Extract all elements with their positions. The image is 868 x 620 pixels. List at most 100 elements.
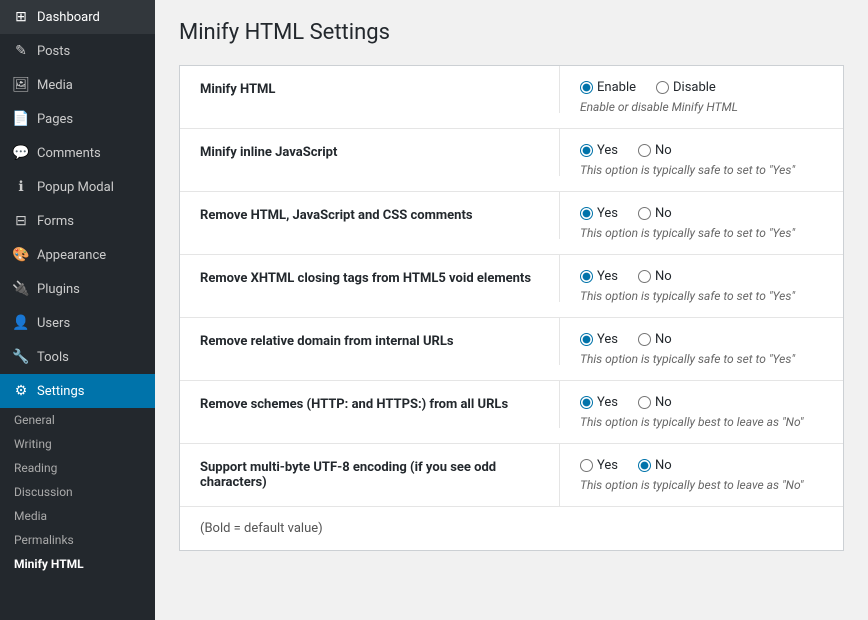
sidebar-item-settings[interactable]: ⚙ Settings bbox=[0, 374, 155, 408]
sidebar-item-appearance[interactable]: 🎨Appearance bbox=[0, 238, 155, 272]
radio-input-remove-xhtml-closing-no[interactable] bbox=[638, 270, 651, 283]
settings-table: Minify HTML Enable Disable Enable or disabl… bbox=[179, 65, 844, 551]
settings-control-remove-schemes: Yes No This option is typically best to le… bbox=[560, 381, 843, 443]
settings-hint-minify-html: Enable or disable Minify HTML bbox=[580, 100, 823, 114]
sidebar-item-pages[interactable]: 📄Pages bbox=[0, 102, 155, 136]
radio-option-remove-xhtml-closing-yes[interactable]: Yes bbox=[580, 269, 618, 284]
radio-input-remove-relative-domain-no[interactable] bbox=[638, 333, 651, 346]
radio-label-remove-relative-domain-no: No bbox=[655, 332, 672, 347]
radio-label-remove-schemes-yes: Yes bbox=[597, 395, 618, 410]
radio-option-remove-html-comments-no[interactable]: No bbox=[638, 206, 672, 221]
radio-input-remove-schemes-yes[interactable] bbox=[580, 396, 593, 409]
settings-submenu: GeneralWritingReadingDiscussionMediaPerm… bbox=[0, 408, 155, 576]
settings-row-remove-relative-domain: Remove relative domain from internal URL… bbox=[180, 318, 843, 381]
sidebar-sub-general[interactable]: General bbox=[0, 408, 155, 432]
radio-input-support-multibyte-yes[interactable] bbox=[580, 459, 593, 472]
radio-input-minify-inline-js-yes[interactable] bbox=[580, 144, 593, 157]
sidebar-item-tools[interactable]: 🔧 Tools bbox=[0, 340, 155, 374]
page-title: Minify HTML Settings bbox=[179, 20, 844, 45]
plugins-icon: 🔌 bbox=[12, 280, 30, 298]
radio-label-minify-inline-js-no: No bbox=[655, 143, 672, 158]
tools-icon: 🔧 bbox=[12, 348, 30, 366]
settings-label-remove-xhtml-closing: Remove XHTML closing tags from HTML5 voi… bbox=[180, 255, 560, 302]
radio-input-remove-html-comments-no[interactable] bbox=[638, 207, 651, 220]
radio-label-minify-inline-js-yes: Yes bbox=[597, 143, 618, 158]
sidebar-sub-reading[interactable]: Reading bbox=[0, 456, 155, 480]
settings-hint-minify-inline-js: This option is typically safe to set to … bbox=[580, 163, 823, 177]
sidebar-label: Settings bbox=[37, 384, 84, 399]
sidebar-sub-writing[interactable]: Writing bbox=[0, 432, 155, 456]
radio-input-remove-relative-domain-yes[interactable] bbox=[580, 333, 593, 346]
radio-option-support-multibyte-yes[interactable]: Yes bbox=[580, 458, 618, 473]
sidebar-item-posts[interactable]: ✎Posts bbox=[0, 34, 155, 68]
sidebar-label: Posts bbox=[37, 44, 70, 59]
radio-option-remove-schemes-no[interactable]: No bbox=[638, 395, 672, 410]
sidebar-sub-permalinks[interactable]: Permalinks bbox=[0, 528, 155, 552]
radio-option-remove-schemes-yes[interactable]: Yes bbox=[580, 395, 618, 410]
settings-footer-note: (Bold = default value) bbox=[180, 507, 843, 550]
sidebar-sub-minify-html[interactable]: Minify HTML bbox=[0, 552, 155, 576]
radio-input-remove-xhtml-closing-yes[interactable] bbox=[580, 270, 593, 283]
sidebar-item-media[interactable]: 🖼 Media bbox=[0, 68, 155, 102]
radio-label-remove-xhtml-closing-yes: Yes bbox=[597, 269, 618, 284]
settings-control-remove-html-comments: Yes No This option is typically safe to se… bbox=[560, 192, 843, 254]
radio-input-minify-html-disable[interactable] bbox=[656, 81, 669, 94]
comments-icon: 💬 bbox=[12, 144, 30, 162]
sidebar-item-popup-modal[interactable]: ℹPopup Modal bbox=[0, 170, 155, 204]
radio-label-remove-relative-domain-yes: Yes bbox=[597, 332, 618, 347]
settings-hint-remove-schemes: This option is typically best to leave a… bbox=[580, 415, 823, 429]
sidebar-label: Users bbox=[37, 316, 70, 331]
radio-input-remove-html-comments-yes[interactable] bbox=[580, 207, 593, 220]
radio-input-minify-html-enable[interactable] bbox=[580, 81, 593, 94]
sidebar-label: Media bbox=[37, 78, 73, 93]
sidebar-label: Forms bbox=[37, 214, 74, 229]
main-content: Minify HTML Settings Minify HTML Enable Di… bbox=[155, 0, 868, 620]
radio-row-remove-relative-domain: Yes No bbox=[580, 332, 823, 347]
settings-label-minify-html: Minify HTML bbox=[180, 66, 560, 113]
settings-label-remove-html-comments: Remove HTML, JavaScript and CSS comments bbox=[180, 192, 560, 239]
radio-option-remove-relative-domain-no[interactable]: No bbox=[638, 332, 672, 347]
settings-hint-support-multibyte: This option is typically best to leave a… bbox=[580, 478, 823, 492]
sidebar-item-plugins[interactable]: 🔌Plugins bbox=[0, 272, 155, 306]
radio-option-remove-relative-domain-yes[interactable]: Yes bbox=[580, 332, 618, 347]
radio-label-remove-schemes-no: No bbox=[655, 395, 672, 410]
radio-option-minify-html-disable[interactable]: Disable bbox=[656, 80, 716, 95]
radio-option-remove-xhtml-closing-no[interactable]: No bbox=[638, 269, 672, 284]
radio-option-support-multibyte-no[interactable]: No bbox=[638, 458, 672, 473]
radio-option-minify-html-enable[interactable]: Enable bbox=[580, 80, 636, 95]
settings-hint-remove-html-comments: This option is typically safe to set to … bbox=[580, 226, 823, 240]
media-icon: 🖼 bbox=[12, 76, 30, 94]
settings-icon: ⚙ bbox=[12, 382, 30, 400]
sidebar-item-forms[interactable]: ⊟Forms bbox=[0, 204, 155, 238]
settings-label-minify-inline-js: Minify inline JavaScript bbox=[180, 129, 560, 176]
sidebar-sub-discussion[interactable]: Discussion bbox=[0, 480, 155, 504]
pages-icon: 📄 bbox=[12, 110, 30, 128]
sidebar-label: Dashboard bbox=[37, 10, 100, 25]
settings-row-remove-html-comments: Remove HTML, JavaScript and CSS comments… bbox=[180, 192, 843, 255]
radio-input-support-multibyte-no[interactable] bbox=[638, 459, 651, 472]
sidebar-label: Tools bbox=[37, 350, 69, 365]
sidebar-sub-media[interactable]: Media bbox=[0, 504, 155, 528]
radio-option-minify-inline-js-no[interactable]: No bbox=[638, 143, 672, 158]
radio-label-remove-html-comments-yes: Yes bbox=[597, 206, 618, 221]
appearance-icon: 🎨 bbox=[12, 246, 30, 264]
radio-option-remove-html-comments-yes[interactable]: Yes bbox=[580, 206, 618, 221]
settings-control-remove-xhtml-closing: Yes No This option is typically safe to se… bbox=[560, 255, 843, 317]
radio-row-minify-html: Enable Disable bbox=[580, 80, 823, 95]
radio-row-remove-html-comments: Yes No bbox=[580, 206, 823, 221]
sidebar: ⊞Dashboard✎Posts 🖼 Media 📄Pages💬CommentsℹPo… bbox=[0, 0, 155, 620]
radio-label-remove-xhtml-closing-no: No bbox=[655, 269, 672, 284]
settings-hint-remove-xhtml-closing: This option is typically safe to set to … bbox=[580, 289, 823, 303]
sidebar-item-dashboard[interactable]: ⊞Dashboard bbox=[0, 0, 155, 34]
radio-input-remove-schemes-no[interactable] bbox=[638, 396, 651, 409]
settings-hint-remove-relative-domain: This option is typically safe to set to … bbox=[580, 352, 823, 366]
radio-input-minify-inline-js-no[interactable] bbox=[638, 144, 651, 157]
settings-label-remove-schemes: Remove schemes (HTTP: and HTTPS:) from a… bbox=[180, 381, 560, 428]
radio-option-minify-inline-js-yes[interactable]: Yes bbox=[580, 143, 618, 158]
settings-row-minify-inline-js: Minify inline JavaScript Yes No This option… bbox=[180, 129, 843, 192]
radio-label-support-multibyte-yes: Yes bbox=[597, 458, 618, 473]
users-icon: 👤 bbox=[12, 314, 30, 332]
sidebar-item-comments[interactable]: 💬Comments bbox=[0, 136, 155, 170]
sidebar-item-users[interactable]: 👤 Users bbox=[0, 306, 155, 340]
sidebar-label: Popup Modal bbox=[37, 180, 114, 195]
